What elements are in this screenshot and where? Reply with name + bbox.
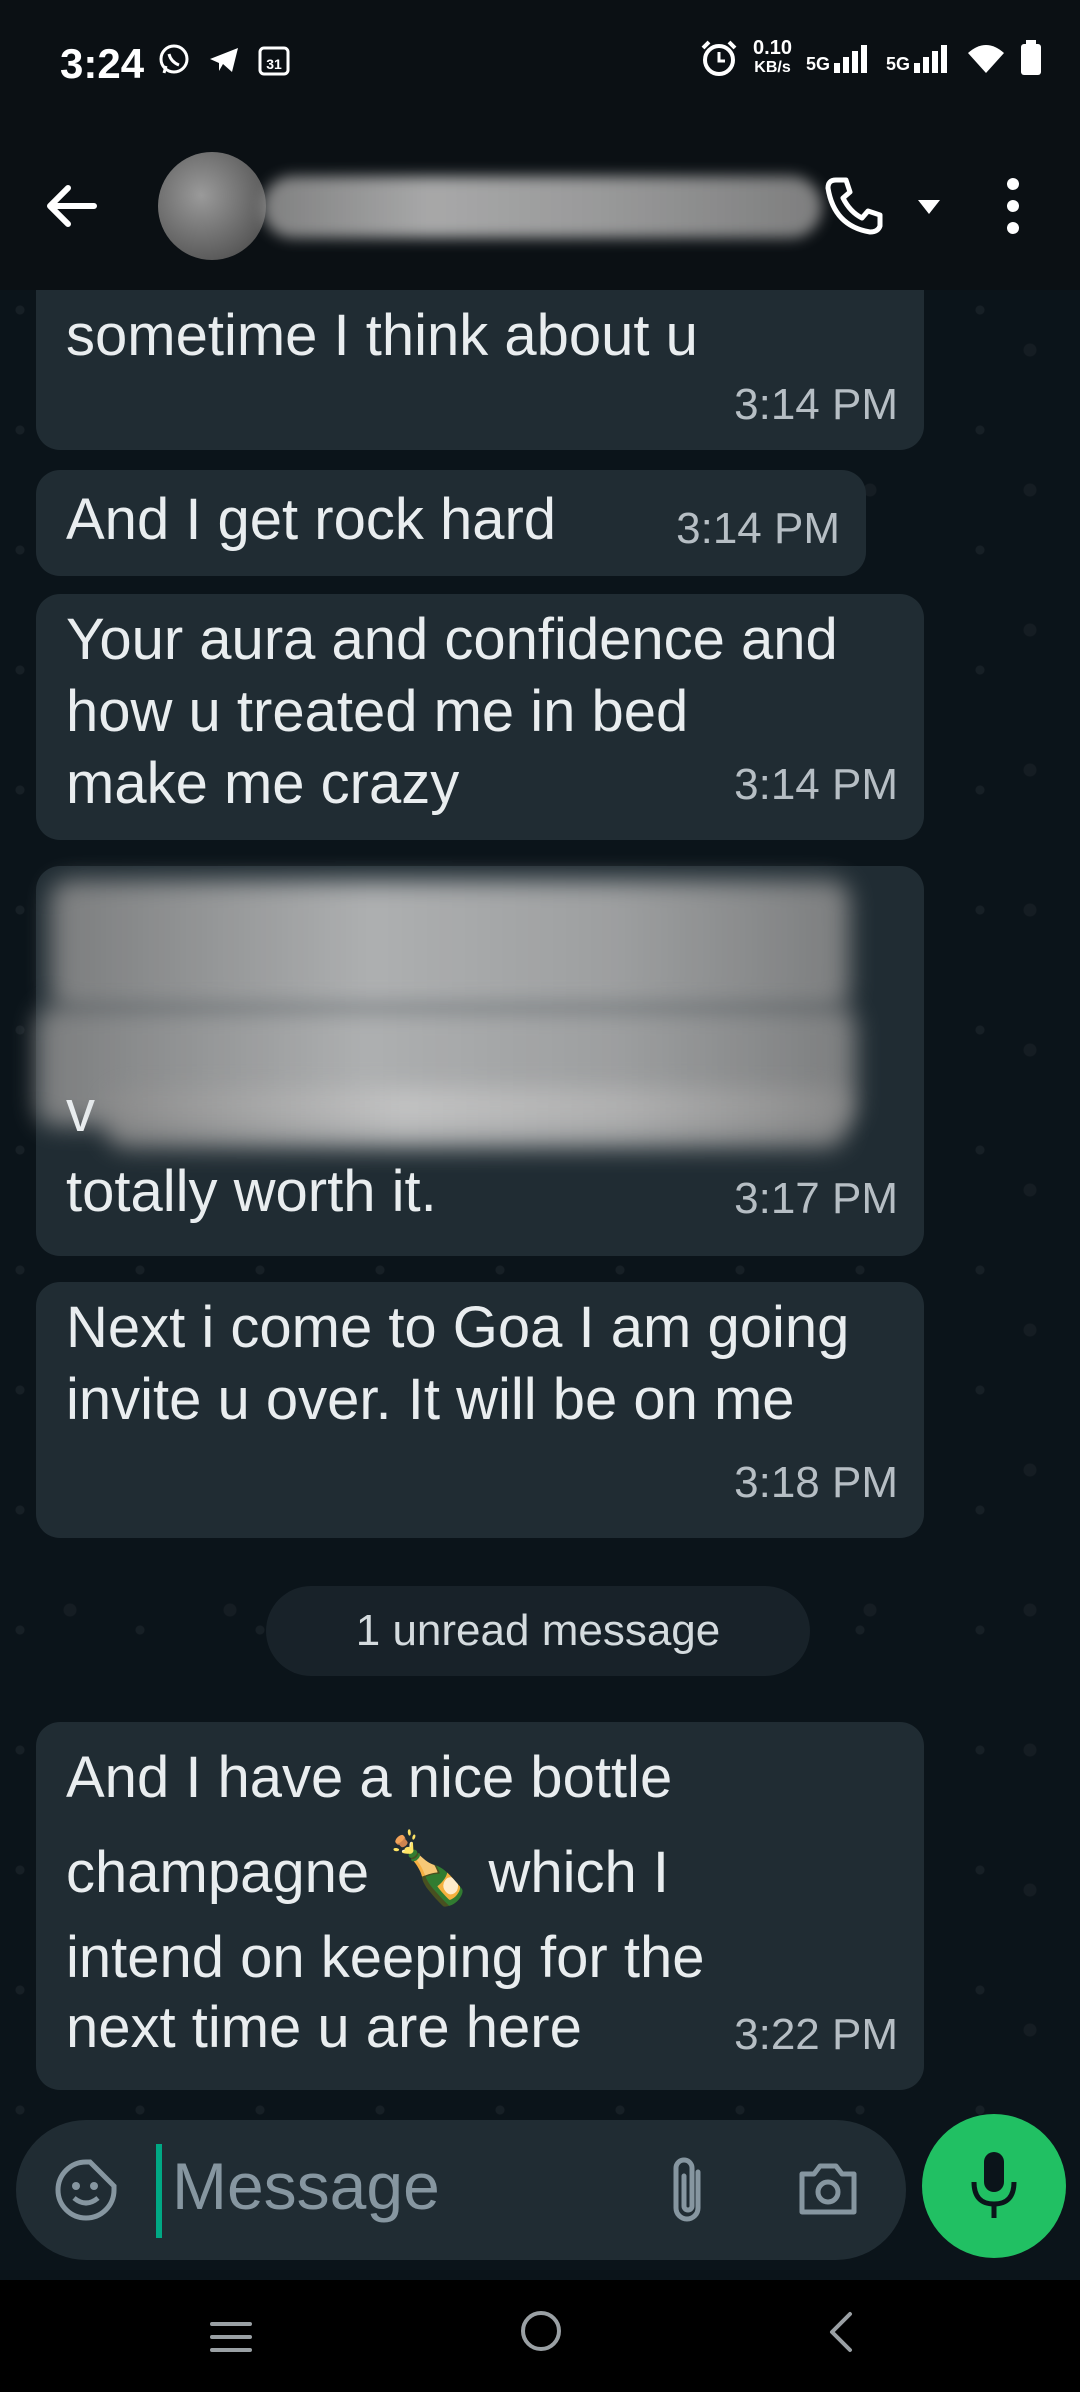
contact-name-redacted[interactable] [262,176,822,238]
network-type-1: 5G [805,54,830,74]
voice-call-icon[interactable] [822,174,886,238]
signal-bars-icon [914,45,947,73]
telegram-icon [210,48,238,72]
network-type-2: 5G [885,54,910,74]
attach-paperclip-icon[interactable] [664,2152,710,2228]
signal-1: 5G [806,43,872,73]
message-bubble[interactable]: Your aura and confidence and how u treat… [36,594,924,840]
message-text: Next i come to Goa I am going invite u o… [66,1295,850,1432]
calendar-icon: 31 [258,46,290,76]
message-bubble[interactable]: v totally worth it. 3:17 PM [36,866,924,1256]
message-input-field[interactable]: Message [16,2120,906,2260]
system-navigation-bar [0,2280,1080,2392]
recent-apps-icon[interactable] [208,2318,254,2356]
microphone-icon [971,2152,1017,2218]
message-time: 3:14 PM [734,760,898,809]
message-placeholder[interactable]: Message [172,2148,440,2224]
network-speed: 0.10 KB/s [753,38,792,78]
message-text: And I get rock hard [66,487,557,552]
message-text-fragment: champagne [66,1840,386,1905]
chat-header [0,130,1080,290]
message-text-line: champagne 🍾 which I [66,1832,669,1909]
signal-bars-icon [833,45,867,73]
alarm-icon [701,40,737,76]
system-icons: 0.10 KB/s 5G 5G [699,38,1042,78]
wifi-icon [968,45,1004,73]
status-bar: 3:24 31 0.10 KB/s 5G 5G [0,0,1080,130]
nav-back-icon[interactable] [826,2310,856,2354]
message-time: 3:22 PM [734,2010,898,2059]
unread-messages-banner: 1 unread message [266,1586,810,1676]
message-time: 3:17 PM [734,1174,898,1223]
battery-icon [1021,40,1041,75]
call-dropdown-icon[interactable] [916,196,942,216]
message-text: Your aura and confidence and how u treat… [66,607,838,816]
whatsapp-chat-screen: 3:24 31 0.10 KB/s 5G 5G sometime I think… [0,0,1080,2392]
signal-2: 5G [886,43,952,73]
redacted-text [50,880,850,1010]
whatsapp-icon [159,44,189,74]
contact-avatar[interactable] [158,152,266,260]
compose-bar: Message [0,2114,1080,2280]
message-bubble[interactable]: Next i come to Goa I am going invite u o… [36,1282,924,1538]
message-bubble[interactable]: sometime I think about u 3:14 PM [36,290,924,450]
message-text-line: And I have a nice bottle [66,1745,673,1810]
message-bubble[interactable]: And I have a nice bottle champagne 🍾 whi… [36,1722,924,2090]
notification-icons: 31 [156,42,292,78]
sticker-emoji-icon[interactable] [52,2156,120,2224]
message-time: 3:14 PM [734,380,898,429]
home-icon[interactable] [518,2308,564,2354]
message-bubble[interactable]: And I get rock hard 3:14 PM [36,470,866,576]
back-arrow-icon[interactable] [42,176,102,236]
message-list[interactable]: sometime I think about u 3:14 PM And I g… [0,290,1080,2120]
message-text-fragment: which I [472,1840,670,1905]
voice-message-button[interactable] [922,2114,1066,2258]
message-time: 3:18 PM [734,1458,898,1507]
text-cursor [156,2144,162,2238]
status-time: 3:24 [60,40,145,87]
message-text: totally worth it. [66,1159,437,1224]
camera-icon[interactable] [796,2158,860,2218]
champagne-emoji: 🍾 [385,1829,473,1907]
message-text-line: next time u are here [66,1995,582,2060]
message-partial-letter: v [66,1079,95,1144]
speed-value: 0.10 [753,37,792,59]
message-text: sometime I think about u [66,303,698,368]
more-options-icon[interactable] [1000,176,1026,236]
speed-unit: KB/s [754,59,791,76]
svg-text:31: 31 [266,56,282,72]
redacted-text [106,1088,846,1148]
message-text-line: intend on keeping for the [66,1925,705,1990]
message-time: 3:14 PM [676,504,840,553]
